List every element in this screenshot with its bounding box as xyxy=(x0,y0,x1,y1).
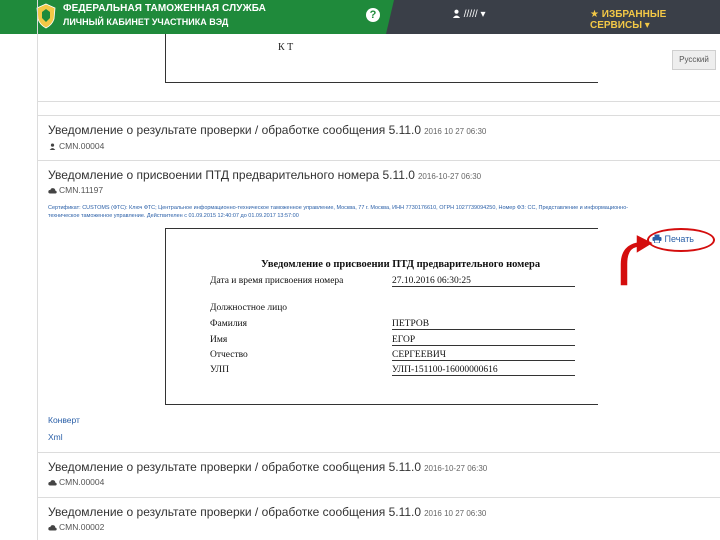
message-title[interactable]: Уведомление о результате проверки / обра… xyxy=(48,460,487,474)
customs-emblem-icon xyxy=(36,3,56,29)
message-timestamp: 2016 10 27 06:30 xyxy=(424,127,487,136)
favorites-label: ИЗБРАННЫЕ СЕРВИСЫ xyxy=(590,9,667,31)
language-button[interactable]: Русский xyxy=(672,50,716,70)
divider xyxy=(37,115,720,116)
document-field-value: ЕГОР xyxy=(392,335,575,346)
message-title[interactable]: Уведомление о результате проверки / обра… xyxy=(48,505,486,519)
user-name: ///// xyxy=(463,9,478,20)
message-code: CMN.00002 xyxy=(48,522,104,532)
brand-subtitle: ЛИЧНЫЙ КАБИНЕТ УЧАСТНИКА ВЭД xyxy=(63,17,229,27)
message-timestamp: 2016-10-27 06:30 xyxy=(417,172,482,181)
divider xyxy=(37,452,720,453)
message-title[interactable]: Уведомление о присвоении ПТД предварител… xyxy=(48,168,481,182)
favorites-menu[interactable]: ★ ИЗБРАННЫЕ СЕРВИСЫ ▾ xyxy=(590,9,720,31)
print-button[interactable]: Печать xyxy=(652,234,710,248)
printer-icon xyxy=(652,234,662,244)
print-label: Печать xyxy=(664,234,694,244)
document-field-label: Должностное лицо xyxy=(210,303,288,313)
document-field-value: СЕРГЕЕВИЧ xyxy=(392,350,575,361)
message-code: CMN.00004 xyxy=(48,477,104,487)
certificate-info: Сертификат: CUSTOMS (ФТС): Ключ ФТС; Цен… xyxy=(48,205,629,211)
document-field-value: 27.10.2016 06:30:25 xyxy=(392,276,575,287)
help-button[interactable]: ? xyxy=(366,8,380,22)
document-field-value: ПЕТРОВ xyxy=(392,319,575,330)
caret-down-icon: ▾ xyxy=(480,9,486,20)
certificate-info: техническое таможенное управление. Дейст… xyxy=(48,213,299,219)
document-text: К Т xyxy=(278,42,294,53)
document-preview-top: К Т xyxy=(165,34,598,83)
message-code: CMN.00004 xyxy=(48,141,104,151)
document-title: Уведомление о присвоении ПТД предварител… xyxy=(261,259,541,270)
document-field-label: Дата и время присвоения номера xyxy=(210,276,344,286)
divider xyxy=(37,497,720,498)
top-navbar: ФЕДЕРАЛЬНАЯ ТАМОЖЕННАЯ СЛУЖБА ЛИЧНЫЙ КАБ… xyxy=(0,0,720,34)
cloud-icon xyxy=(48,480,57,486)
message-timestamp: 2016 10 27 06:30 xyxy=(424,509,487,518)
star-icon: ★ xyxy=(590,9,599,20)
xml-link[interactable]: Xml xyxy=(48,432,63,442)
divider xyxy=(37,160,720,161)
user-icon xyxy=(49,143,56,151)
message-code: CMN.11197 xyxy=(48,185,103,195)
document-field-label: УЛП xyxy=(210,365,229,375)
message-timestamp: 2016-10-27 06:30 xyxy=(424,464,488,473)
cloud-icon xyxy=(48,525,57,531)
document-field-label: Фамилия xyxy=(210,319,248,329)
user-menu[interactable]: ///// ▾ xyxy=(452,9,486,20)
caret-down-icon: ▾ xyxy=(644,20,650,31)
document-field-label: Имя xyxy=(210,335,228,345)
envelope-link[interactable]: Конверт xyxy=(48,415,80,425)
message-title[interactable]: Уведомление о результате проверки / обра… xyxy=(48,123,486,137)
document-preview: Уведомление о присвоении ПТД предварител… xyxy=(165,228,598,405)
document-field-label: Отчество xyxy=(210,350,248,360)
brand-title: ФЕДЕРАЛЬНАЯ ТАМОЖЕННАЯ СЛУЖБА xyxy=(63,3,266,14)
cloud-icon xyxy=(48,188,57,194)
document-field-value: УЛП-151100-16000000616 xyxy=(392,365,575,376)
user-icon xyxy=(452,9,461,18)
